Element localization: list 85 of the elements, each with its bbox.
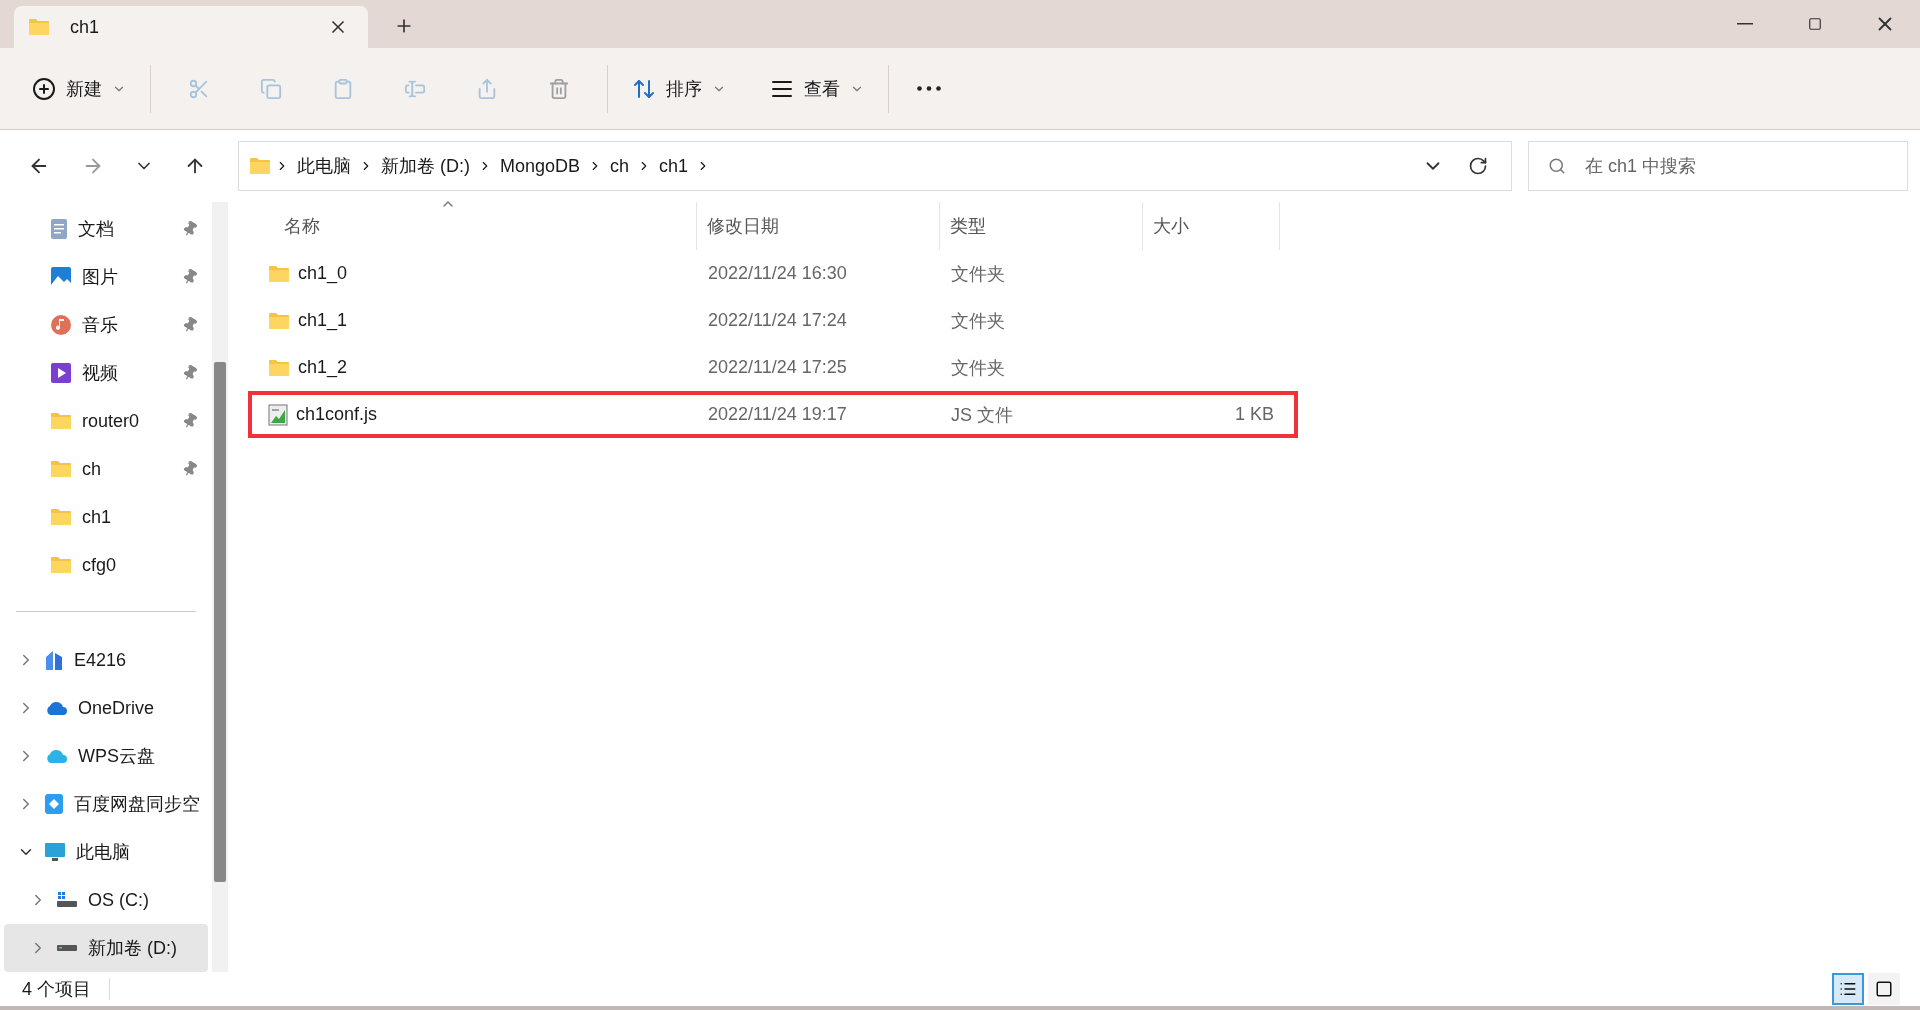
sidebar-item[interactable]: 新加卷 (D:) <box>4 924 208 972</box>
sidebar-item[interactable]: OS (C:) <box>4 876 208 924</box>
search-field[interactable]: 在 ch1 中搜索 <box>1528 141 1908 191</box>
sidebar-item[interactable]: ch1 <box>4 493 208 541</box>
item-count: 4 个项目 <box>22 978 91 1001</box>
breadcrumb[interactable]: ch <box>606 155 634 177</box>
cloud-icon <box>44 748 68 764</box>
music-icon <box>50 314 72 336</box>
file-type: JS 文件 <box>951 404 1013 425</box>
sidebar-item[interactable]: WPS云盘 <box>4 732 208 780</box>
refresh-icon <box>1468 156 1488 176</box>
monitor-icon <box>44 842 66 862</box>
drive-icon <box>56 890 78 910</box>
sidebar-item[interactable]: 图片 <box>4 253 208 301</box>
plus-circle-icon <box>32 76 56 101</box>
modified-date: 2022/11/24 17:24 <box>708 310 847 330</box>
modified-date: 2022/11/24 19:17 <box>708 404 847 424</box>
minimize-icon <box>1737 23 1753 25</box>
file-name: ch1_2 <box>298 357 348 378</box>
sidebar-item[interactable]: ch <box>4 445 208 493</box>
file-row[interactable]: ch1_1 2022/11/24 17:24 文件夹 <box>248 297 1298 344</box>
file-name: ch1conf.js <box>296 404 378 425</box>
folder-icon <box>28 18 50 36</box>
modified-date: 2022/11/24 17:25 <box>708 357 847 377</box>
tab[interactable]: ch1 <box>14 6 368 48</box>
trash-icon <box>548 77 570 100</box>
copy-icon <box>260 77 282 100</box>
sidebar-item[interactable]: 音乐 <box>4 301 208 349</box>
folder-icon <box>50 412 72 430</box>
picture-icon <box>50 266 72 288</box>
sidebar-item[interactable]: router0 <box>4 397 208 445</box>
file-size: 1 KB <box>1234 404 1274 424</box>
column-header[interactable]: 大小 <box>1143 202 1280 250</box>
tiles-view-button[interactable] <box>1868 973 1900 1005</box>
column-header[interactable]: 名称 <box>248 202 697 250</box>
sidebar-item[interactable]: 文档 <box>4 205 208 253</box>
breadcrumb[interactable]: MongoDB <box>496 155 585 177</box>
list-icon <box>1839 980 1857 998</box>
clipboard-icon <box>332 77 354 100</box>
modified-date: 2022/11/24 16:30 <box>708 263 847 283</box>
new-button[interactable]: 新建 <box>20 64 138 113</box>
square-icon <box>1875 980 1893 998</box>
sidebar-item[interactable]: 视频 <box>4 349 208 397</box>
file-type: 文件夹 <box>951 357 1005 378</box>
search-icon <box>1548 157 1566 175</box>
document-icon <box>50 218 68 240</box>
folder-icon <box>50 508 72 526</box>
cloud-icon <box>44 700 68 716</box>
folder-icon <box>249 157 271 175</box>
folder-icon <box>50 460 72 478</box>
address-bar[interactable]: 此电脑 新加卷 (D:) MongoDB ch ch1 <box>238 141 1512 191</box>
more-icon <box>917 86 941 91</box>
column-header[interactable]: 修改日期 <box>697 202 940 250</box>
folder-icon <box>268 264 290 283</box>
folder-icon <box>268 358 290 377</box>
breadcrumb[interactable]: 新加卷 (D:) <box>377 154 474 178</box>
share-icon <box>476 77 498 100</box>
breadcrumb[interactable]: 此电脑 <box>293 154 355 178</box>
file-name: ch1_0 <box>298 263 348 284</box>
sidebar-item[interactable]: OneDrive <box>4 684 208 732</box>
file-type: 文件夹 <box>951 310 1005 331</box>
file-row[interactable]: ch1_0 2022/11/24 16:30 文件夹 <box>248 250 1298 297</box>
folder-icon <box>268 311 290 330</box>
folder-icon <box>50 556 72 574</box>
drive-icon <box>56 942 78 954</box>
sidebar-item[interactable]: E4216 <box>4 636 208 684</box>
script-file-icon <box>268 403 288 426</box>
building-icon <box>44 649 64 671</box>
sync-drive-icon <box>44 793 64 815</box>
details-view-button[interactable] <box>1832 973 1864 1005</box>
view-button[interactable]: 查看 <box>758 64 876 113</box>
sidebar-item[interactable]: 百度网盘同步空 <box>4 780 208 828</box>
sidebar-item[interactable]: cfg0 <box>4 541 208 589</box>
breadcrumb[interactable]: ch1 <box>655 155 693 177</box>
tab-title: ch1 <box>70 16 101 38</box>
file-name: ch1_1 <box>298 310 348 331</box>
file-row[interactable]: ch1_2 2022/11/24 17:25 文件夹 <box>248 344 1298 391</box>
restore-icon <box>1808 17 1822 31</box>
scrollbar[interactable] <box>212 202 228 972</box>
column-header[interactable]: 类型 <box>940 202 1143 250</box>
scissors-icon <box>188 77 210 100</box>
sidebar-item[interactable]: 此电脑 <box>4 828 208 876</box>
video-icon <box>50 362 72 384</box>
file-type: 文件夹 <box>951 263 1005 284</box>
sort-button[interactable]: 排序 <box>620 64 738 113</box>
